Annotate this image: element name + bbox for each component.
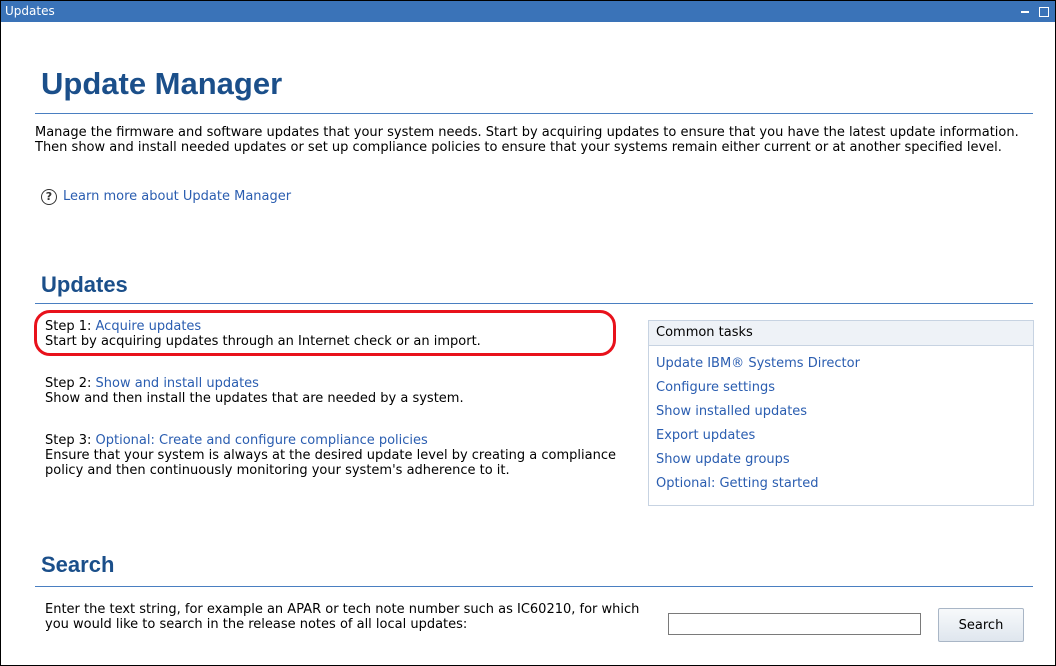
task-getting-started[interactable]: Optional: Getting started	[656, 472, 1033, 496]
step-2: Step 2: Show and install updates Show an…	[45, 376, 625, 406]
title-divider	[35, 113, 1033, 114]
task-export-updates[interactable]: Export updates	[656, 424, 1033, 448]
updates-heading: Updates	[41, 272, 128, 297]
maximize-icon[interactable]	[1036, 4, 1049, 19]
search-description: Enter the text string, for example an AP…	[45, 602, 640, 632]
show-install-updates-link[interactable]: Show and install updates	[96, 376, 259, 391]
task-show-update-groups[interactable]: Show update groups	[656, 448, 1033, 472]
step-3: Step 3: Optional: Create and configure c…	[45, 433, 625, 478]
minimize-icon[interactable]	[1018, 4, 1029, 19]
step-2-description: Show and then install the updates that a…	[45, 391, 464, 406]
learn-more-label: Learn more about Update Manager	[63, 189, 292, 204]
window: Updates Update Manager Manage the firmwa…	[0, 0, 1056, 666]
window-controls	[1015, 1, 1049, 22]
step-2-prefix: Step 2:	[45, 376, 96, 391]
step-3-prefix: Step 3:	[45, 433, 96, 448]
common-tasks-panel: Common tasks Update IBM® Systems Directo…	[648, 320, 1034, 506]
page-title: Update Manager	[41, 66, 283, 101]
search-input[interactable]	[668, 613, 921, 635]
step-1-highlight-annotation	[34, 310, 616, 356]
task-update-ibm-systems-director[interactable]: Update IBM® Systems Director	[656, 352, 1033, 376]
page-intro: Manage the firmware and software updates…	[35, 125, 1019, 155]
learn-more-link[interactable]: ? Learn more about Update Manager	[41, 189, 291, 205]
task-configure-settings[interactable]: Configure settings	[656, 376, 1033, 400]
window-titlebar: Updates	[1, 1, 1055, 22]
task-show-installed-updates[interactable]: Show installed updates	[656, 400, 1033, 424]
search-button[interactable]: Search	[938, 608, 1024, 642]
common-tasks-header: Common tasks	[649, 321, 1033, 346]
window-title: Updates	[5, 4, 55, 18]
help-icon: ?	[41, 189, 57, 205]
search-divider	[35, 586, 1033, 587]
updates-divider	[35, 303, 1033, 304]
search-heading: Search	[41, 552, 115, 577]
step-3-description: Ensure that your system is always at the…	[45, 448, 616, 478]
common-tasks-list: Update IBM® Systems Director Configure s…	[649, 346, 1033, 496]
compliance-policies-link[interactable]: Optional: Create and configure complianc…	[96, 433, 428, 448]
